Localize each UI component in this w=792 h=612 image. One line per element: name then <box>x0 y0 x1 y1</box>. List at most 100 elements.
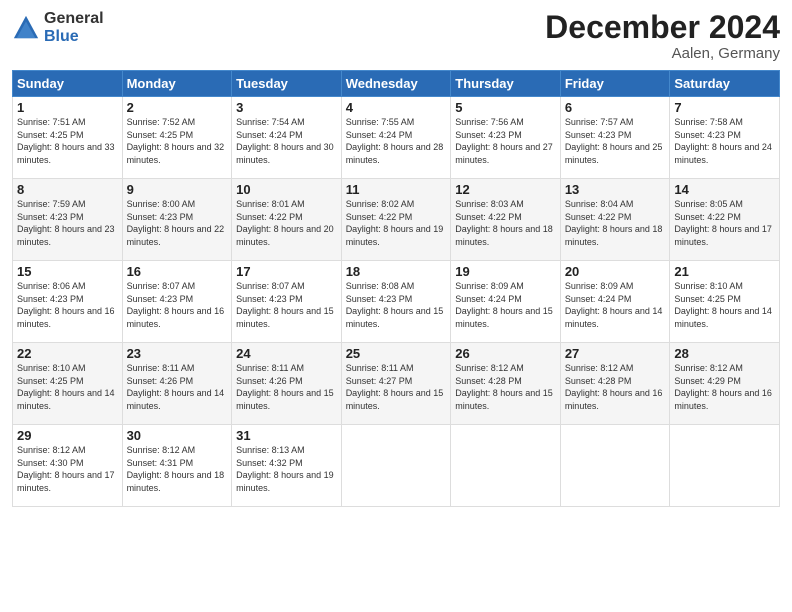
day-number: 22 <box>17 346 118 361</box>
calendar-cell: 30 Sunrise: 8:12 AMSunset: 4:31 PMDaylig… <box>122 425 232 507</box>
day-info: Sunrise: 8:04 AMSunset: 4:22 PMDaylight:… <box>565 198 666 248</box>
day-of-week-header: Sunday <box>13 71 123 97</box>
day-info: Sunrise: 8:01 AMSunset: 4:22 PMDaylight:… <box>236 198 337 248</box>
calendar-cell: 13 Sunrise: 8:04 AMSunset: 4:22 PMDaylig… <box>560 179 670 261</box>
day-number: 10 <box>236 182 337 197</box>
calendar-header-row: SundayMondayTuesdayWednesdayThursdayFrid… <box>13 71 780 97</box>
day-info: Sunrise: 7:51 AMSunset: 4:25 PMDaylight:… <box>17 116 118 166</box>
title-block: December 2024 Aalen, Germany <box>545 10 780 62</box>
calendar-cell: 8 Sunrise: 7:59 AMSunset: 4:23 PMDayligh… <box>13 179 123 261</box>
day-info: Sunrise: 8:11 AMSunset: 4:26 PMDaylight:… <box>236 362 337 412</box>
day-number: 26 <box>455 346 556 361</box>
day-info: Sunrise: 8:12 AMSunset: 4:30 PMDaylight:… <box>17 444 118 494</box>
day-info: Sunrise: 8:09 AMSunset: 4:24 PMDaylight:… <box>565 280 666 330</box>
day-info: Sunrise: 8:06 AMSunset: 4:23 PMDaylight:… <box>17 280 118 330</box>
calendar-cell <box>451 425 561 507</box>
day-info: Sunrise: 8:12 AMSunset: 4:28 PMDaylight:… <box>455 362 556 412</box>
day-of-week-header: Monday <box>122 71 232 97</box>
day-info: Sunrise: 7:52 AMSunset: 4:25 PMDaylight:… <box>127 116 228 166</box>
calendar-week-row: 29 Sunrise: 8:12 AMSunset: 4:30 PMDaylig… <box>13 425 780 507</box>
logo-icon <box>12 14 40 42</box>
day-of-week-header: Saturday <box>670 71 780 97</box>
day-info: Sunrise: 7:59 AMSunset: 4:23 PMDaylight:… <box>17 198 118 248</box>
day-number: 8 <box>17 182 118 197</box>
calendar-cell: 9 Sunrise: 8:00 AMSunset: 4:23 PMDayligh… <box>122 179 232 261</box>
calendar-cell: 16 Sunrise: 8:07 AMSunset: 4:23 PMDaylig… <box>122 261 232 343</box>
day-info: Sunrise: 8:07 AMSunset: 4:23 PMDaylight:… <box>127 280 228 330</box>
calendar-cell <box>341 425 451 507</box>
logo-general-text: General <box>44 10 104 28</box>
day-number: 20 <box>565 264 666 279</box>
day-info: Sunrise: 8:00 AMSunset: 4:23 PMDaylight:… <box>127 198 228 248</box>
calendar-table: SundayMondayTuesdayWednesdayThursdayFrid… <box>12 70 780 507</box>
day-info: Sunrise: 7:55 AMSunset: 4:24 PMDaylight:… <box>346 116 447 166</box>
calendar-cell: 6 Sunrise: 7:57 AMSunset: 4:23 PMDayligh… <box>560 97 670 179</box>
calendar-week-row: 1 Sunrise: 7:51 AMSunset: 4:25 PMDayligh… <box>13 97 780 179</box>
calendar-cell: 27 Sunrise: 8:12 AMSunset: 4:28 PMDaylig… <box>560 343 670 425</box>
day-info: Sunrise: 7:58 AMSunset: 4:23 PMDaylight:… <box>674 116 775 166</box>
calendar-cell: 10 Sunrise: 8:01 AMSunset: 4:22 PMDaylig… <box>232 179 342 261</box>
day-number: 17 <box>236 264 337 279</box>
calendar-cell: 31 Sunrise: 8:13 AMSunset: 4:32 PMDaylig… <box>232 425 342 507</box>
day-info: Sunrise: 8:08 AMSunset: 4:23 PMDaylight:… <box>346 280 447 330</box>
logo: General Blue <box>12 10 104 45</box>
calendar-cell: 14 Sunrise: 8:05 AMSunset: 4:22 PMDaylig… <box>670 179 780 261</box>
day-info: Sunrise: 8:13 AMSunset: 4:32 PMDaylight:… <box>236 444 337 494</box>
calendar-cell: 19 Sunrise: 8:09 AMSunset: 4:24 PMDaylig… <box>451 261 561 343</box>
day-number: 4 <box>346 100 447 115</box>
day-number: 15 <box>17 264 118 279</box>
calendar-cell: 20 Sunrise: 8:09 AMSunset: 4:24 PMDaylig… <box>560 261 670 343</box>
calendar-cell: 21 Sunrise: 8:10 AMSunset: 4:25 PMDaylig… <box>670 261 780 343</box>
day-number: 14 <box>674 182 775 197</box>
day-number: 9 <box>127 182 228 197</box>
calendar-cell: 5 Sunrise: 7:56 AMSunset: 4:23 PMDayligh… <box>451 97 561 179</box>
day-number: 27 <box>565 346 666 361</box>
calendar-week-row: 8 Sunrise: 7:59 AMSunset: 4:23 PMDayligh… <box>13 179 780 261</box>
day-number: 3 <box>236 100 337 115</box>
header: General Blue December 2024 Aalen, German… <box>12 10 780 62</box>
logo-text: General Blue <box>44 10 104 45</box>
day-info: Sunrise: 8:12 AMSunset: 4:29 PMDaylight:… <box>674 362 775 412</box>
day-number: 29 <box>17 428 118 443</box>
day-info: Sunrise: 7:54 AMSunset: 4:24 PMDaylight:… <box>236 116 337 166</box>
day-info: Sunrise: 8:07 AMSunset: 4:23 PMDaylight:… <box>236 280 337 330</box>
calendar-cell <box>670 425 780 507</box>
calendar-cell: 7 Sunrise: 7:58 AMSunset: 4:23 PMDayligh… <box>670 97 780 179</box>
calendar-cell: 26 Sunrise: 8:12 AMSunset: 4:28 PMDaylig… <box>451 343 561 425</box>
calendar-cell: 23 Sunrise: 8:11 AMSunset: 4:26 PMDaylig… <box>122 343 232 425</box>
calendar-week-row: 15 Sunrise: 8:06 AMSunset: 4:23 PMDaylig… <box>13 261 780 343</box>
calendar-cell: 22 Sunrise: 8:10 AMSunset: 4:25 PMDaylig… <box>13 343 123 425</box>
day-info: Sunrise: 7:57 AMSunset: 4:23 PMDaylight:… <box>565 116 666 166</box>
day-number: 23 <box>127 346 228 361</box>
day-number: 28 <box>674 346 775 361</box>
calendar-cell: 28 Sunrise: 8:12 AMSunset: 4:29 PMDaylig… <box>670 343 780 425</box>
calendar-cell: 17 Sunrise: 8:07 AMSunset: 4:23 PMDaylig… <box>232 261 342 343</box>
day-number: 1 <box>17 100 118 115</box>
day-number: 2 <box>127 100 228 115</box>
calendar-cell: 15 Sunrise: 8:06 AMSunset: 4:23 PMDaylig… <box>13 261 123 343</box>
day-number: 21 <box>674 264 775 279</box>
calendar-cell: 3 Sunrise: 7:54 AMSunset: 4:24 PMDayligh… <box>232 97 342 179</box>
calendar-cell: 25 Sunrise: 8:11 AMSunset: 4:27 PMDaylig… <box>341 343 451 425</box>
calendar-cell: 2 Sunrise: 7:52 AMSunset: 4:25 PMDayligh… <box>122 97 232 179</box>
day-of-week-header: Thursday <box>451 71 561 97</box>
day-info: Sunrise: 8:11 AMSunset: 4:27 PMDaylight:… <box>346 362 447 412</box>
calendar-cell: 12 Sunrise: 8:03 AMSunset: 4:22 PMDaylig… <box>451 179 561 261</box>
day-number: 11 <box>346 182 447 197</box>
day-number: 13 <box>565 182 666 197</box>
calendar-cell: 11 Sunrise: 8:02 AMSunset: 4:22 PMDaylig… <box>341 179 451 261</box>
day-number: 24 <box>236 346 337 361</box>
day-info: Sunrise: 8:10 AMSunset: 4:25 PMDaylight:… <box>674 280 775 330</box>
day-number: 25 <box>346 346 447 361</box>
calendar-cell: 18 Sunrise: 8:08 AMSunset: 4:23 PMDaylig… <box>341 261 451 343</box>
page-container: General Blue December 2024 Aalen, German… <box>0 0 792 612</box>
day-info: Sunrise: 7:56 AMSunset: 4:23 PMDaylight:… <box>455 116 556 166</box>
day-number: 7 <box>674 100 775 115</box>
day-number: 19 <box>455 264 556 279</box>
day-info: Sunrise: 8:12 AMSunset: 4:28 PMDaylight:… <box>565 362 666 412</box>
day-info: Sunrise: 8:03 AMSunset: 4:22 PMDaylight:… <box>455 198 556 248</box>
calendar-week-row: 22 Sunrise: 8:10 AMSunset: 4:25 PMDaylig… <box>13 343 780 425</box>
calendar-cell <box>560 425 670 507</box>
logo-blue-text: Blue <box>44 28 104 46</box>
day-info: Sunrise: 8:11 AMSunset: 4:26 PMDaylight:… <box>127 362 228 412</box>
